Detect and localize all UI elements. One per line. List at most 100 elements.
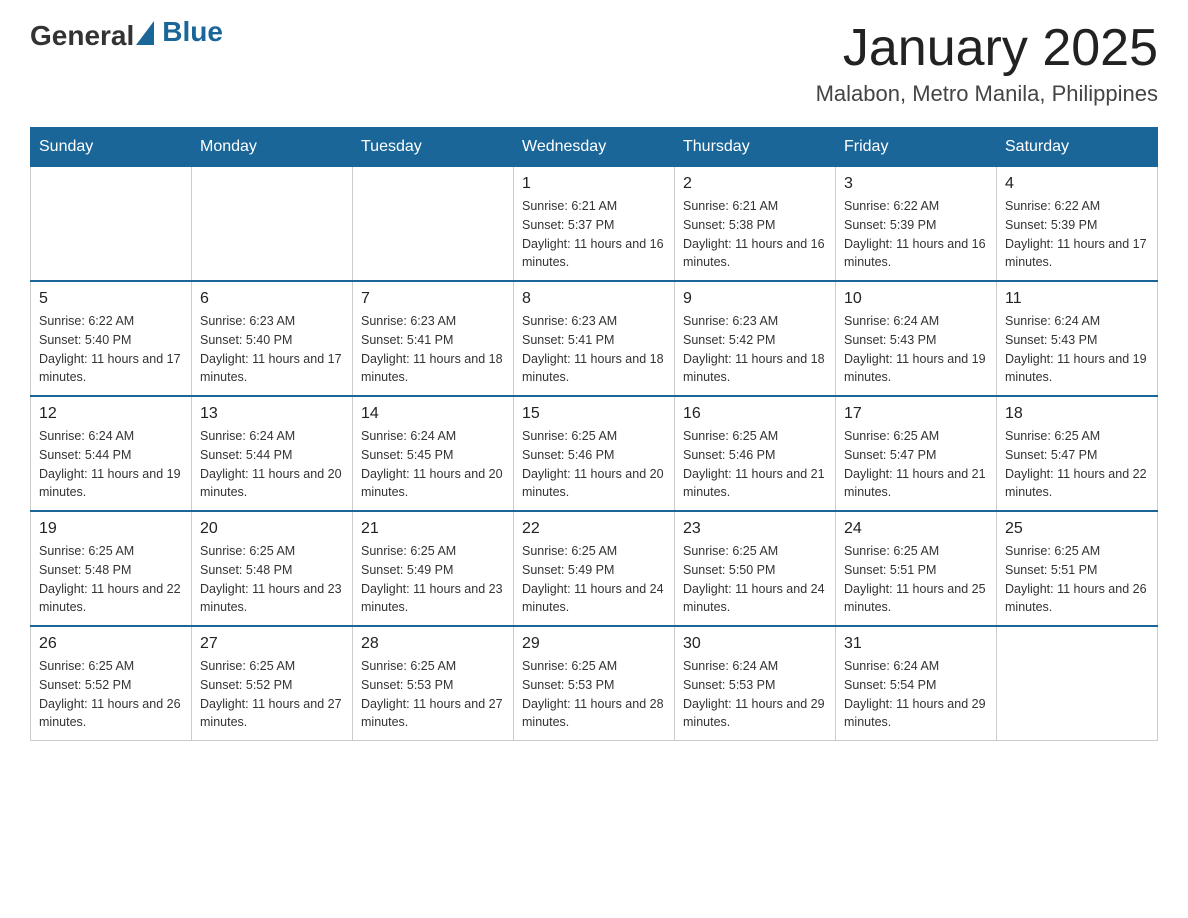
calendar-week-row: 19 Sunrise: 6:25 AM Sunset: 5:48 PM Dayli… <box>31 511 1158 626</box>
calendar-cell: 20 Sunrise: 6:25 AM Sunset: 5:48 PM Dayli… <box>192 511 353 626</box>
calendar-cell: 31 Sunrise: 6:24 AM Sunset: 5:54 PM Dayli… <box>836 626 997 741</box>
calendar-header-thursday: Thursday <box>675 128 836 167</box>
day-number: 18 <box>1005 405 1149 423</box>
day-number: 31 <box>844 635 988 653</box>
day-number: 15 <box>522 405 666 423</box>
day-info: Sunrise: 6:22 AM Sunset: 5:39 PM Dayligh… <box>1005 197 1149 272</box>
calendar-cell: 8 Sunrise: 6:23 AM Sunset: 5:41 PM Daylig… <box>514 281 675 396</box>
day-number: 26 <box>39 635 183 653</box>
day-info: Sunrise: 6:24 AM Sunset: 5:43 PM Dayligh… <box>1005 312 1149 387</box>
day-info: Sunrise: 6:25 AM Sunset: 5:48 PM Dayligh… <box>200 542 344 617</box>
calendar-cell: 21Sunrise: 6:25 AM Sunset: 5:49 PM Dayli… <box>353 511 514 626</box>
calendar-header-saturday: Saturday <box>997 128 1158 167</box>
calendar-cell: 28 Sunrise: 6:25 AM Sunset: 5:53 PM Dayli… <box>353 626 514 741</box>
calendar-cell: 7 Sunrise: 6:23 AM Sunset: 5:41 PM Daylig… <box>353 281 514 396</box>
calendar-cell: 9 Sunrise: 6:23 AM Sunset: 5:42 PM Daylig… <box>675 281 836 396</box>
day-number: 30 <box>683 635 827 653</box>
calendar-table: SundayMondayTuesdayWednesdayThursdayFrid… <box>30 127 1158 741</box>
calendar-header-monday: Monday <box>192 128 353 167</box>
calendar-cell: 12 Sunrise: 6:24 AM Sunset: 5:44 PM Dayli… <box>31 396 192 511</box>
calendar-week-row: 1 Sunrise: 6:21 AM Sunset: 5:37 PM Daylig… <box>31 167 1158 282</box>
calendar-week-row: 5Sunrise: 6:22 AM Sunset: 5:40 PM Daylig… <box>31 281 1158 396</box>
calendar-cell: 3 Sunrise: 6:22 AM Sunset: 5:39 PM Daylig… <box>836 167 997 282</box>
calendar-cell: 23Sunrise: 6:25 AM Sunset: 5:50 PM Dayli… <box>675 511 836 626</box>
day-info: Sunrise: 6:25 AM Sunset: 5:52 PM Dayligh… <box>39 657 183 732</box>
day-number: 23 <box>683 520 827 538</box>
calendar-cell: 24 Sunrise: 6:25 AM Sunset: 5:51 PM Dayli… <box>836 511 997 626</box>
day-info: Sunrise: 6:24 AM Sunset: 5:44 PM Dayligh… <box>200 427 344 502</box>
day-info: Sunrise: 6:23 AM Sunset: 5:41 PM Dayligh… <box>522 312 666 387</box>
day-info: Sunrise: 6:25 AM Sunset: 5:47 PM Dayligh… <box>1005 427 1149 502</box>
logo-text-blue: Blue <box>162 16 223 48</box>
day-number: 12 <box>39 405 183 423</box>
calendar-cell: 22Sunrise: 6:25 AM Sunset: 5:49 PM Dayli… <box>514 511 675 626</box>
day-number: 9 <box>683 290 827 308</box>
calendar-cell: 29Sunrise: 6:25 AM Sunset: 5:53 PM Dayli… <box>514 626 675 741</box>
calendar-cell <box>997 626 1158 741</box>
day-info: Sunrise: 6:25 AM Sunset: 5:51 PM Dayligh… <box>844 542 988 617</box>
day-number: 5 <box>39 290 183 308</box>
calendar-cell <box>353 167 514 282</box>
day-info: Sunrise: 6:25 AM Sunset: 5:46 PM Dayligh… <box>683 427 827 502</box>
day-number: 25 <box>1005 520 1149 538</box>
calendar-cell: 10 Sunrise: 6:24 AM Sunset: 5:43 PM Dayli… <box>836 281 997 396</box>
calendar-cell: 19 Sunrise: 6:25 AM Sunset: 5:48 PM Dayli… <box>31 511 192 626</box>
day-info: Sunrise: 6:24 AM Sunset: 5:44 PM Dayligh… <box>39 427 183 502</box>
day-info: Sunrise: 6:25 AM Sunset: 5:48 PM Dayligh… <box>39 542 183 617</box>
logo-text-general: General <box>30 20 134 52</box>
logo-triangle-icon <box>136 21 154 45</box>
calendar-cell: 11 Sunrise: 6:24 AM Sunset: 5:43 PM Dayli… <box>997 281 1158 396</box>
day-info: Sunrise: 6:24 AM Sunset: 5:43 PM Dayligh… <box>844 312 988 387</box>
day-info: Sunrise: 6:24 AM Sunset: 5:45 PM Dayligh… <box>361 427 505 502</box>
calendar-cell: 6Sunrise: 6:23 AM Sunset: 5:40 PM Daylig… <box>192 281 353 396</box>
page-header: General Blue January 2025 Malabon, Metro… <box>30 20 1158 107</box>
calendar-cell: 27Sunrise: 6:25 AM Sunset: 5:52 PM Dayli… <box>192 626 353 741</box>
day-info: Sunrise: 6:22 AM Sunset: 5:39 PM Dayligh… <box>844 197 988 272</box>
day-number: 29 <box>522 635 666 653</box>
calendar-cell: 17 Sunrise: 6:25 AM Sunset: 5:47 PM Dayli… <box>836 396 997 511</box>
day-info: Sunrise: 6:25 AM Sunset: 5:51 PM Dayligh… <box>1005 542 1149 617</box>
calendar-cell: 16Sunrise: 6:25 AM Sunset: 5:46 PM Dayli… <box>675 396 836 511</box>
calendar-header-tuesday: Tuesday <box>353 128 514 167</box>
day-number: 28 <box>361 635 505 653</box>
day-info: Sunrise: 6:21 AM Sunset: 5:37 PM Dayligh… <box>522 197 666 272</box>
day-info: Sunrise: 6:24 AM Sunset: 5:54 PM Dayligh… <box>844 657 988 732</box>
day-number: 2 <box>683 175 827 193</box>
day-number: 11 <box>1005 290 1149 308</box>
day-number: 8 <box>522 290 666 308</box>
day-number: 17 <box>844 405 988 423</box>
day-number: 7 <box>361 290 505 308</box>
day-number: 6 <box>200 290 344 308</box>
day-number: 14 <box>361 405 505 423</box>
calendar-cell: 15 Sunrise: 6:25 AM Sunset: 5:46 PM Dayli… <box>514 396 675 511</box>
calendar-header-sunday: Sunday <box>31 128 192 167</box>
day-info: Sunrise: 6:25 AM Sunset: 5:46 PM Dayligh… <box>522 427 666 502</box>
calendar-cell: 18 Sunrise: 6:25 AM Sunset: 5:47 PM Dayli… <box>997 396 1158 511</box>
calendar-cell: 25 Sunrise: 6:25 AM Sunset: 5:51 PM Dayli… <box>997 511 1158 626</box>
day-number: 24 <box>844 520 988 538</box>
calendar-cell <box>192 167 353 282</box>
calendar-cell: 26 Sunrise: 6:25 AM Sunset: 5:52 PM Dayli… <box>31 626 192 741</box>
day-info: Sunrise: 6:25 AM Sunset: 5:47 PM Dayligh… <box>844 427 988 502</box>
day-number: 10 <box>844 290 988 308</box>
day-info: Sunrise: 6:24 AM Sunset: 5:53 PM Dayligh… <box>683 657 827 732</box>
day-info: Sunrise: 6:23 AM Sunset: 5:42 PM Dayligh… <box>683 312 827 387</box>
calendar-cell: 5Sunrise: 6:22 AM Sunset: 5:40 PM Daylig… <box>31 281 192 396</box>
day-info: Sunrise: 6:25 AM Sunset: 5:53 PM Dayligh… <box>361 657 505 732</box>
calendar-header-friday: Friday <box>836 128 997 167</box>
month-title: January 2025 <box>816 20 1158 77</box>
calendar-cell: 30 Sunrise: 6:24 AM Sunset: 5:53 PM Dayli… <box>675 626 836 741</box>
day-number: 22 <box>522 520 666 538</box>
logo: General Blue <box>30 20 223 52</box>
calendar-cell: 4 Sunrise: 6:22 AM Sunset: 5:39 PM Daylig… <box>997 167 1158 282</box>
calendar-cell: 13Sunrise: 6:24 AM Sunset: 5:44 PM Dayli… <box>192 396 353 511</box>
day-number: 4 <box>1005 175 1149 193</box>
day-number: 3 <box>844 175 988 193</box>
day-number: 19 <box>39 520 183 538</box>
day-number: 1 <box>522 175 666 193</box>
calendar-week-row: 26 Sunrise: 6:25 AM Sunset: 5:52 PM Dayli… <box>31 626 1158 741</box>
day-number: 20 <box>200 520 344 538</box>
calendar-cell: 14 Sunrise: 6:24 AM Sunset: 5:45 PM Dayli… <box>353 396 514 511</box>
day-info: Sunrise: 6:23 AM Sunset: 5:41 PM Dayligh… <box>361 312 505 387</box>
calendar-cell: 1 Sunrise: 6:21 AM Sunset: 5:37 PM Daylig… <box>514 167 675 282</box>
